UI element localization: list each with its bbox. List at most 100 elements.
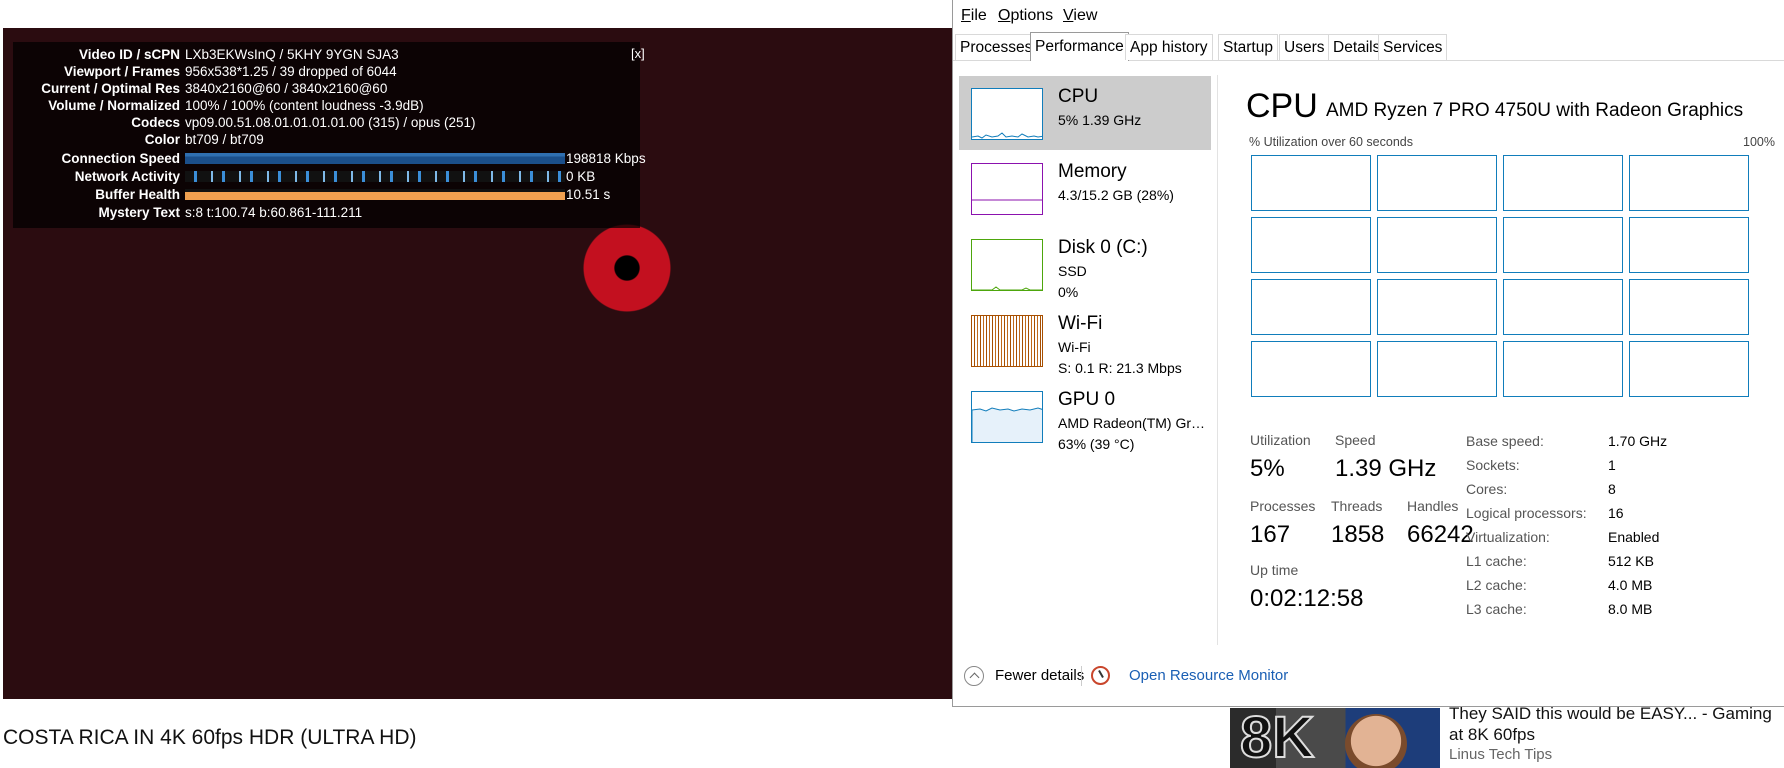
stats-label: Mystery Text — [98, 205, 180, 220]
disk-mini-graph-line — [972, 286, 1042, 290]
gpu-mini-graph — [971, 391, 1043, 443]
connection-speed-graph — [185, 153, 565, 164]
uptime-value: 0:02:12:58 — [1250, 585, 1364, 612]
sidebar-item-wifi[interactable]: Wi-Fi Wi-Fi S: 0.1 R: 21.3 Mbps — [959, 303, 1211, 377]
spec-key: L2 cache: — [1466, 577, 1527, 593]
resource-monitor-icon[interactable] — [1091, 666, 1110, 685]
sidebar-item-memory[interactable]: Memory 4.3/15.2 GB (28%) — [959, 151, 1211, 225]
stats-value: 956x538*1.25 / 39 dropped of 6044 — [185, 64, 397, 79]
sidebar-item-detail-2: 0% — [1058, 284, 1079, 300]
core-graph-3 — [1503, 155, 1623, 211]
sidebar-item-detail: 5% 1.39 GHz — [1058, 112, 1142, 128]
menu-view[interactable]: View — [1063, 7, 1097, 25]
video-title: COSTA RICA IN 4K 60fps HDR (ULTRA HD) — [3, 726, 417, 749]
chevron-up-icon[interactable] — [964, 666, 984, 686]
sidebar-item-detail: 4.3/15.2 GB (28%) — [1058, 187, 1174, 203]
menu-file[interactable]: File — [961, 7, 987, 25]
cpu-detail-pane: CPU AMD Ryzen 7 PRO 4750U with Radeon Gr… — [1243, 80, 1783, 660]
spec-key: Cores: — [1466, 481, 1508, 497]
tab-performance[interactable]: Performance — [1030, 32, 1129, 61]
recommended-video-title[interactable]: They SAID this would be EASY... - Gaming… — [1449, 703, 1779, 745]
sidebar-item-detail: Wi-Fi — [1058, 339, 1091, 355]
sidebar-item-name: Wi-Fi — [1058, 313, 1103, 334]
utilization-label: Utilization — [1250, 432, 1311, 448]
stats-row-color: Color bt709 / bt709 — [13, 131, 640, 148]
stats-value: LXb3EKWsInQ / 5KHY 9YGN SJA3 — [185, 47, 399, 62]
stats-value: s:8 t:100.74 b:60.861-111.211 — [185, 205, 363, 220]
tab-services[interactable]: Services — [1378, 34, 1448, 60]
menu-accelerator: F — [961, 7, 971, 24]
spec-value: 8.0 MB — [1608, 601, 1653, 617]
sidebar-item-cpu[interactable]: CPU 5% 1.39 GHz — [959, 76, 1211, 150]
menu-accelerator: O — [998, 7, 1011, 24]
stats-row-viewport: Viewport / Frames 956x538*1.25 / 39 drop… — [13, 63, 640, 80]
tab-processes[interactable]: Processes — [955, 34, 1038, 60]
stats-label: Network Activity — [74, 169, 180, 184]
stats-row-resolution: Current / Optimal Res 3840x2160@60 / 384… — [13, 80, 640, 97]
stats-value: 0 KB — [566, 169, 596, 184]
stats-row-video-id: Video ID / sCPN LXb3EKWsInQ / 5KHY 9YGN … — [13, 46, 640, 63]
menu-label: ile — [970, 7, 987, 24]
sidebar-item-detail: AMD Radeon(TM) Graphics — [1058, 415, 1208, 431]
spec-key: Logical processors: — [1466, 505, 1587, 521]
disk-mini-graph — [971, 239, 1043, 291]
stats-close-button[interactable]: [x] — [631, 46, 645, 61]
tab-app-history[interactable]: App history — [1125, 34, 1213, 60]
core-graph-7 — [1503, 217, 1623, 273]
core-graph-10 — [1377, 279, 1497, 335]
core-graph-5 — [1251, 217, 1371, 273]
tab-details[interactable]: Details — [1328, 34, 1386, 60]
stats-value: vp09.00.51.08.01.01.01.01.00 (315) / opu… — [185, 115, 476, 130]
spec-value: 1.70 GHz — [1608, 433, 1668, 449]
tab-startup[interactable]: Startup — [1218, 34, 1278, 60]
spec-key: Sockets: — [1466, 457, 1520, 473]
stats-row-codecs: Codecs vp09.00.51.08.01.01.01.01.00 (315… — [13, 114, 640, 131]
spec-key: L1 cache: — [1466, 553, 1527, 569]
thumbnail-text: 8K — [1239, 708, 1315, 768]
tab-strip: Processes Performance App history Startu… — [953, 32, 1784, 61]
stats-label: Connection Speed — [61, 151, 180, 166]
spec-value: 4.0 MB — [1608, 577, 1653, 593]
sidebar-item-gpu[interactable]: GPU 0 AMD Radeon(TM) Graphics 63% (39 °C… — [959, 379, 1211, 453]
stats-row-volume: Volume / Normalized 100% / 100% (content… — [13, 97, 640, 114]
sidebar-item-detail: SSD — [1058, 263, 1087, 279]
cpu-model-name: AMD Ryzen 7 PRO 4750U with Radeon Graphi… — [1326, 100, 1744, 121]
stats-value: 10.51 s — [566, 187, 611, 202]
stats-row-network-activity: Network Activity 0 KB — [13, 168, 640, 185]
utilization-value: 5% — [1250, 455, 1285, 482]
recommended-channel-name[interactable]: Linus Tech Tips — [1449, 746, 1552, 763]
core-graph-14 — [1377, 341, 1497, 397]
spec-value: 512 KB — [1608, 553, 1654, 569]
core-graph-8 — [1629, 217, 1749, 273]
recommended-video-thumbnail[interactable]: 8K — [1230, 708, 1440, 768]
threads-label: Threads — [1331, 498, 1383, 514]
stats-label: Current / Optimal Res — [41, 81, 180, 96]
core-graph-13 — [1251, 341, 1371, 397]
stats-label: Buffer Health — [95, 187, 180, 202]
fewer-details-button[interactable]: Fewer details — [995, 667, 1084, 684]
stats-row-connection-speed: Connection Speed 198818 Kbps — [13, 150, 645, 167]
performance-sidebar: CPU 5% 1.39 GHz Memory 4.3/15.2 GB (28%)… — [959, 75, 1218, 645]
sidebar-item-name: Memory — [1058, 161, 1127, 182]
stats-label: Color — [144, 132, 180, 147]
tab-users[interactable]: Users — [1279, 34, 1330, 60]
sidebar-item-name: CPU — [1058, 86, 1099, 107]
stats-value: 100% / 100% (content loudness -3.9dB) — [185, 98, 424, 113]
core-graph-4 — [1629, 155, 1749, 211]
gpu-mini-graph-line — [972, 407, 1042, 442]
open-resource-monitor-link[interactable]: Open Resource Monitor — [1129, 667, 1288, 684]
wifi-mini-graph — [971, 315, 1043, 367]
sidebar-item-disk[interactable]: Disk 0 (C:) SSD 0% — [959, 227, 1211, 301]
menu-bar: File Options View — [953, 0, 1784, 30]
core-graph-15 — [1503, 341, 1623, 397]
task-manager-window: File Options View Processes Performance … — [952, 0, 1784, 707]
sidebar-item-detail-2: S: 0.1 R: 21.3 Mbps — [1058, 360, 1182, 376]
menu-label: iew — [1073, 7, 1098, 24]
cpu-heading: CPU — [1246, 87, 1318, 125]
utilization-graph-max: 100% — [1743, 135, 1775, 149]
menu-options[interactable]: Options — [998, 7, 1053, 25]
core-graph-1 — [1251, 155, 1371, 211]
buffer-health-graph — [185, 189, 565, 200]
spec-value: Enabled — [1608, 529, 1660, 545]
speed-label: Speed — [1335, 432, 1376, 448]
